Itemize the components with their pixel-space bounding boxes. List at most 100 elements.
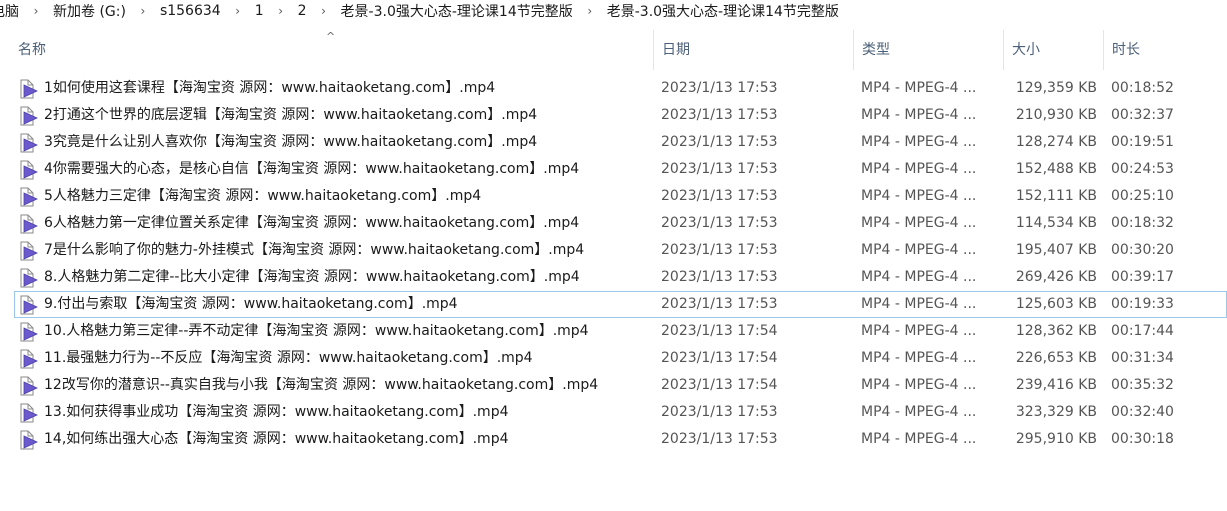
file-length: 00:39:17 — [1111, 269, 1174, 285]
file-date: 2023/1/13 17:53 — [661, 404, 778, 420]
video-file-icon — [20, 106, 38, 126]
file-size: 128,362 KB — [1015, 323, 1097, 339]
file-name: 5人格魅力三定律【海淘宝资 源网：www.haitaoketang.com】.m… — [44, 188, 482, 204]
file-type: MP4 - MPEG-4 ... — [861, 134, 977, 150]
video-file-icon — [20, 403, 38, 423]
file-name: 2打通这个世界的底层逻辑【海淘宝资 源网：www.haitaoketang.co… — [44, 107, 538, 123]
file-size: 152,111 KB — [1015, 188, 1097, 204]
file-row[interactable]: 11.最强魅力行为--不反应【海淘宝资 源网：www.haitaoketang.… — [0, 345, 1227, 372]
column-header-type[interactable]: 类型 — [854, 30, 1004, 70]
file-row[interactable]: 10.人格魅力第三定律--弄不动定律【海淘宝资 源网：www.haitaoket… — [0, 318, 1227, 345]
file-name-cell[interactable]: 2打通这个世界的底层逻辑【海淘宝资 源网：www.haitaoketang.co… — [18, 102, 648, 129]
breadcrumb-item[interactable]: 老景-3.0强大心态-理论课14节完整版 — [604, 1, 842, 21]
file-length: 00:30:18 — [1111, 431, 1174, 447]
file-row[interactable]: 13.如何获得事业成功【海淘宝资 源网：www.haitaoketang.com… — [0, 399, 1227, 426]
file-date: 2023/1/13 17:53 — [661, 161, 778, 177]
file-length: 00:24:53 — [1111, 161, 1174, 177]
file-date: 2023/1/13 17:53 — [661, 269, 778, 285]
column-header-size[interactable]: 大小 — [1004, 30, 1104, 70]
file-name-cell[interactable]: 3究竟是什么让别人喜欢你【海淘宝资 源网：www.haitaoketang.co… — [18, 129, 648, 156]
file-row[interactable]: 12改写你的潜意识--真实自我与小我【海淘宝资 源网：www.haitaoket… — [0, 372, 1227, 399]
column-header-date[interactable]: 日期 — [654, 30, 854, 70]
file-row[interactable]: 5人格魅力三定律【海淘宝资 源网：www.haitaoketang.com】.m… — [0, 183, 1227, 210]
file-date: 2023/1/13 17:54 — [661, 377, 778, 393]
video-file-icon — [20, 133, 38, 153]
file-size: 269,426 KB — [1015, 269, 1097, 285]
breadcrumb-separator-icon[interactable]: › — [267, 4, 295, 18]
file-row[interactable]: 1如何使用这套课程【海淘宝资 源网：www.haitaoketang.com】.… — [0, 75, 1227, 102]
file-row[interactable]: 14,如何练出强大心态【海淘宝资 源网：www.haitaoketang.com… — [0, 426, 1227, 453]
file-name-cell[interactable]: 13.如何获得事业成功【海淘宝资 源网：www.haitaoketang.com… — [18, 399, 648, 426]
file-length: 00:30:20 — [1111, 242, 1174, 258]
file-row[interactable]: 9.付出与索取【海淘宝资 源网：www.haitaoketang.com】.mp… — [0, 291, 1227, 318]
breadcrumb-separator-icon[interactable]: › — [129, 4, 157, 18]
file-name: 9.付出与索取【海淘宝资 源网：www.haitaoketang.com】.mp… — [44, 296, 458, 312]
file-name-cell[interactable]: 5人格魅力三定律【海淘宝资 源网：www.haitaoketang.com】.m… — [18, 183, 648, 210]
file-name-cell[interactable]: 12改写你的潜意识--真实自我与小我【海淘宝资 源网：www.haitaoket… — [18, 372, 648, 399]
file-date: 2023/1/13 17:54 — [661, 350, 778, 366]
video-file-icon — [20, 187, 38, 207]
file-length: 00:19:51 — [1111, 134, 1174, 150]
file-row[interactable]: 2打通这个世界的底层逻辑【海淘宝资 源网：www.haitaoketang.co… — [0, 102, 1227, 129]
file-length: 00:17:44 — [1111, 323, 1174, 339]
file-name-cell[interactable]: 7是什么影响了你的魅力-外挂模式【海淘宝资 源网：www.haitaoketan… — [18, 237, 648, 264]
file-type: MP4 - MPEG-4 ... — [861, 242, 977, 258]
file-size: 152,488 KB — [1015, 161, 1097, 177]
file-size: 323,329 KB — [1015, 404, 1097, 420]
file-name-cell[interactable]: 6人格魅力第一定律位置关系定律【海淘宝资 源网：www.haitaoketang… — [18, 210, 648, 237]
file-size: 210,930 KB — [1015, 107, 1097, 123]
file-name: 3究竟是什么让别人喜欢你【海淘宝资 源网：www.haitaoketang.co… — [44, 134, 538, 150]
file-date: 2023/1/13 17:53 — [661, 215, 778, 231]
file-row[interactable]: 8.人格魅力第二定律--比大小定律【海淘宝资 源网：www.haitaoketa… — [0, 264, 1227, 291]
file-type: MP4 - MPEG-4 ... — [861, 80, 977, 96]
file-name-cell[interactable]: 10.人格魅力第三定律--弄不动定律【海淘宝资 源网：www.haitaoket… — [18, 318, 648, 345]
file-length: 00:18:32 — [1111, 215, 1174, 231]
breadcrumb-item[interactable]: 老景-3.0强大心态-理论课14节完整版 — [338, 1, 576, 21]
file-date: 2023/1/13 17:53 — [661, 80, 778, 96]
file-size: 114,534 KB — [1015, 215, 1097, 231]
file-name: 13.如何获得事业成功【海淘宝资 源网：www.haitaoketang.com… — [44, 404, 509, 420]
file-size: 295,910 KB — [1015, 431, 1097, 447]
file-type: MP4 - MPEG-4 ... — [861, 215, 977, 231]
file-name-cell[interactable]: 14,如何练出强大心态【海淘宝资 源网：www.haitaoketang.com… — [18, 426, 648, 453]
file-name-cell[interactable]: 8.人格魅力第二定律--比大小定律【海淘宝资 源网：www.haitaoketa… — [18, 264, 648, 291]
breadcrumb-separator-icon[interactable]: › — [224, 4, 252, 18]
file-size: 239,416 KB — [1015, 377, 1097, 393]
file-date: 2023/1/13 17:53 — [661, 188, 778, 204]
file-length: 00:32:37 — [1111, 107, 1174, 123]
file-date: 2023/1/13 17:53 — [661, 296, 778, 312]
column-header-name[interactable]: 名称 — [10, 30, 654, 70]
breadcrumb-separator-icon[interactable]: › — [576, 4, 604, 18]
file-name: 8.人格魅力第二定律--比大小定律【海淘宝资 源网：www.haitaoketa… — [44, 269, 580, 285]
file-date: 2023/1/13 17:53 — [661, 107, 778, 123]
column-header-row: ^ 名称 日期 类型 大小 时长 — [0, 30, 1227, 70]
file-row[interactable]: 7是什么影响了你的魅力-外挂模式【海淘宝资 源网：www.haitaoketan… — [0, 237, 1227, 264]
file-name-cell[interactable]: 11.最强魅力行为--不反应【海淘宝资 源网：www.haitaoketang.… — [18, 345, 648, 372]
file-length: 00:18:52 — [1111, 80, 1174, 96]
file-row[interactable]: 6人格魅力第一定律位置关系定律【海淘宝资 源网：www.haitaoketang… — [0, 210, 1227, 237]
file-row[interactable]: 4你需要强大的心态，是核心自信【海淘宝资 源网：www.haitaoketang… — [0, 156, 1227, 183]
column-header-length[interactable]: 时长 — [1104, 30, 1227, 70]
file-name-cell[interactable]: 4你需要强大的心态，是核心自信【海淘宝资 源网：www.haitaoketang… — [18, 156, 648, 183]
file-type: MP4 - MPEG-4 ... — [861, 377, 977, 393]
breadcrumb-item[interactable]: 2 — [295, 3, 310, 19]
breadcrumb-item[interactable]: 新加卷 (G:) — [50, 1, 129, 21]
file-name-cell[interactable]: 1如何使用这套课程【海淘宝资 源网：www.haitaoketang.com】.… — [18, 75, 648, 102]
file-name: 14,如何练出强大心态【海淘宝资 源网：www.haitaoketang.com… — [44, 431, 509, 447]
breadcrumb-item[interactable]: 1 — [252, 3, 267, 19]
file-name: 10.人格魅力第三定律--弄不动定律【海淘宝资 源网：www.haitaoket… — [44, 323, 589, 339]
breadcrumb-separator-icon[interactable]: › — [310, 4, 338, 18]
file-date: 2023/1/13 17:54 — [661, 323, 778, 339]
file-type: MP4 - MPEG-4 ... — [861, 431, 977, 447]
breadcrumb-item[interactable]: s156634 — [157, 3, 224, 19]
file-name: 12改写你的潜意识--真实自我与小我【海淘宝资 源网：www.haitaoket… — [44, 377, 599, 393]
file-name: 6人格魅力第一定律位置关系定律【海淘宝资 源网：www.haitaoketang… — [44, 215, 580, 231]
file-type: MP4 - MPEG-4 ... — [861, 404, 977, 420]
file-row[interactable]: 3究竟是什么让别人喜欢你【海淘宝资 源网：www.haitaoketang.co… — [0, 129, 1227, 156]
file-date: 2023/1/13 17:53 — [661, 134, 778, 150]
video-file-icon — [20, 214, 38, 234]
file-name-cell[interactable]: 9.付出与索取【海淘宝资 源网：www.haitaoketang.com】.mp… — [18, 291, 648, 318]
video-file-icon — [20, 295, 38, 315]
breadcrumb-item[interactable]: 电脑 — [0, 1, 22, 21]
breadcrumb-separator-icon[interactable]: › — [22, 4, 50, 18]
